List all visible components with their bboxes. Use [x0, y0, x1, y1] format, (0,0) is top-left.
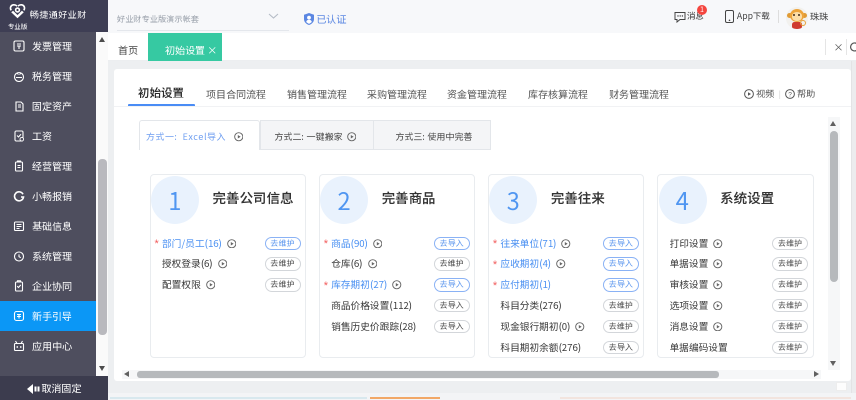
svg-text:?: ?	[788, 89, 792, 98]
